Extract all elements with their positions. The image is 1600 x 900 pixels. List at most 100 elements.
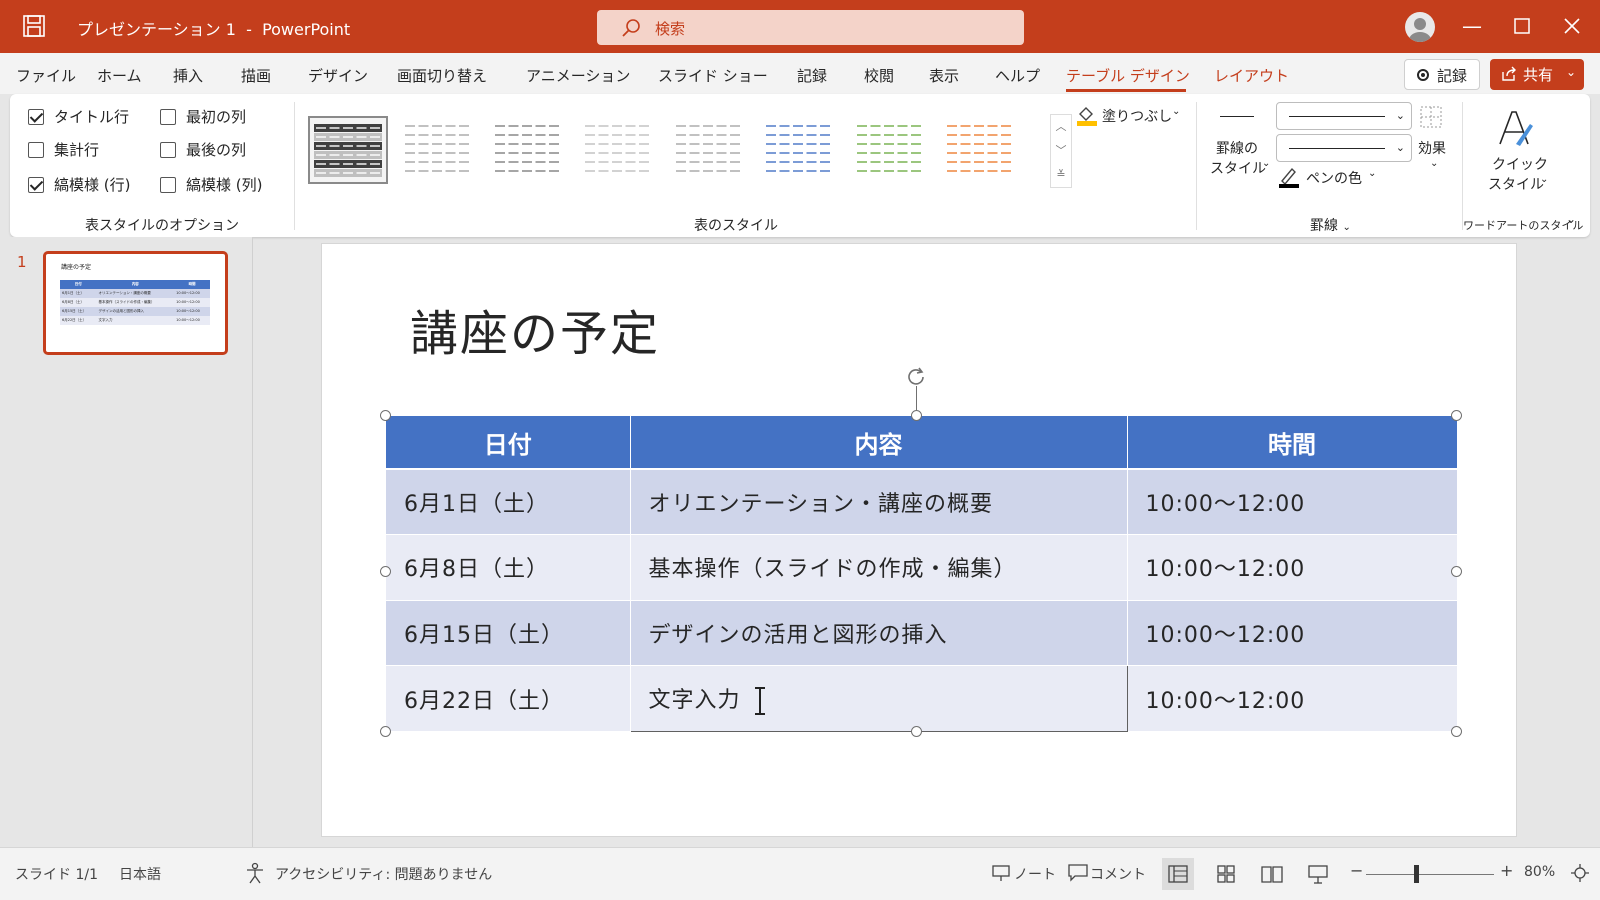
rotate-handle-icon[interactable] (906, 366, 926, 386)
slideshow-view-button[interactable] (1302, 858, 1334, 890)
table-cell[interactable]: 10:00～12:00 (1127, 600, 1458, 667)
document-title: プレゼンテーション 1 - PowerPoint (77, 20, 351, 39)
table-cell[interactable]: 6月15日（土） (386, 600, 631, 667)
tab-insert[interactable]: 挿入 (173, 65, 203, 86)
option-last-column[interactable]: 最後の列 (160, 139, 246, 160)
gallery-down-button[interactable]: ﹀ (1051, 139, 1071, 163)
minimize-button[interactable]: — (1460, 14, 1484, 38)
zoom-slider-track[interactable] (1366, 874, 1494, 875)
shading-button[interactable]: 塗りつぶし ⌄ (1076, 104, 1186, 128)
table-style-option[interactable] (579, 116, 659, 184)
option-banded-rows[interactable]: 縞模様 (行) (28, 174, 130, 195)
search-box[interactable]: 検索 (597, 10, 1024, 45)
header-cell[interactable]: 日付 (386, 416, 631, 470)
resize-handle[interactable] (1451, 566, 1462, 577)
tab-design[interactable]: デザイン (308, 65, 368, 86)
slide-title[interactable]: 講座の予定 (410, 294, 660, 364)
checkbox[interactable] (160, 176, 176, 193)
zoom-slider-thumb[interactable] (1414, 865, 1419, 883)
zoom-level[interactable]: 80% (1524, 864, 1555, 880)
slide-canvas[interactable]: 講座の予定 日付 内容 時間 6月1日（土） オリエンテーション・講座の概要 1… (322, 244, 1516, 836)
pen-color-button[interactable]: ペンの色 ⌄ (1278, 166, 1388, 192)
tab-transitions[interactable]: 画面切り替え (397, 65, 487, 86)
checkbox-checked[interactable] (28, 108, 44, 125)
slide-sorter-button[interactable] (1210, 858, 1242, 890)
record-button[interactable]: 記録 (1404, 59, 1480, 90)
resize-handle[interactable] (911, 410, 922, 421)
tab-animations[interactable]: アニメーション (526, 65, 630, 86)
accessibility-status[interactable]: アクセシビリティ: 問題ありません (275, 864, 492, 884)
zoom-out-button[interactable]: − (1350, 861, 1363, 880)
option-total-row[interactable]: 集計行 (28, 139, 99, 160)
table-cell[interactable]: 10:00～12:00 (1127, 469, 1458, 536)
maximize-button[interactable] (1510, 14, 1534, 38)
checkbox[interactable] (28, 141, 44, 158)
tab-file[interactable]: ファイル (16, 65, 76, 86)
header-cell[interactable]: 内容 (630, 416, 1128, 470)
option-first-column[interactable]: 最初の列 (160, 106, 246, 127)
option-header-row[interactable]: タイトル行 (28, 106, 129, 127)
table-style-option[interactable] (670, 116, 750, 184)
tab-record[interactable]: 記録 (797, 65, 827, 86)
table-style-option[interactable] (399, 116, 479, 184)
tab-table-layout[interactable]: レイアウト (1214, 65, 1289, 86)
resize-handle[interactable] (1451, 726, 1462, 737)
resize-handle[interactable] (1451, 410, 1462, 421)
option-banded-columns[interactable]: 縞模様 (列) (160, 174, 262, 195)
notes-button[interactable]: ノート (1014, 864, 1056, 884)
table-cell[interactable]: オリエンテーション・講座の概要 (630, 469, 1128, 536)
table-cell[interactable]: 6月1日（土） (386, 469, 631, 536)
tab-table-design[interactable]: テーブル デザイン (1066, 65, 1190, 86)
gallery-up-button[interactable]: ︿ (1051, 115, 1071, 139)
chevron-down-icon: ⌄ (1342, 222, 1351, 233)
resize-handle[interactable] (911, 726, 922, 737)
schedule-table[interactable]: 日付 内容 時間 6月1日（土） オリエンテーション・講座の概要 10:00～1… (386, 416, 1458, 732)
table-cell-editing[interactable]: 文字入力 (629, 665, 1128, 732)
thumbnail-table-cell: 10:00～12:00 (174, 307, 210, 316)
table-style-option[interactable] (308, 116, 388, 184)
table-cell[interactable]: 6月8日（土） (386, 534, 631, 601)
zoom-in-button[interactable]: + (1500, 861, 1513, 880)
collapse-ribbon-button[interactable]: ⌄ (1566, 212, 1576, 226)
save-icon[interactable] (22, 14, 46, 38)
thumbnail-table-cell: オリエンテーション・講座の概要 (96, 289, 175, 298)
border-style-button[interactable]: 罫線の スタイル ⌄ (1206, 104, 1272, 184)
slide-thumbnail[interactable]: 講座の予定 日付 内容 時間 6月1日（土） オリエンテーション・講座の概要 10:00～… (43, 251, 228, 355)
comments-button[interactable]: コメント (1090, 864, 1146, 884)
tab-home[interactable]: ホーム (97, 65, 142, 86)
table-style-option[interactable] (941, 116, 1021, 184)
table-cell[interactable]: 基本操作（スライドの作成・編集） (630, 534, 1128, 601)
language-indicator[interactable]: 日本語 (119, 864, 161, 884)
quick-styles-button[interactable]: クイック スタイル ⌄ (1474, 110, 1554, 194)
checkbox[interactable] (160, 141, 176, 158)
table-cell[interactable]: 10:00～12:00 (1127, 665, 1458, 732)
effects-button[interactable]: 効果 ⌄ (1416, 104, 1452, 174)
table-cell[interactable]: 10:00～12:00 (1127, 534, 1458, 601)
table-cell[interactable]: デザインの活用と図形の挿入 (630, 600, 1128, 667)
tab-draw[interactable]: 描画 (241, 65, 271, 86)
resize-handle[interactable] (380, 410, 391, 421)
normal-view-button[interactable] (1162, 858, 1194, 890)
checkbox-checked[interactable] (28, 176, 44, 193)
table-style-option[interactable] (760, 116, 840, 184)
resize-handle[interactable] (380, 566, 391, 577)
table-style-option[interactable] (489, 116, 569, 184)
share-button[interactable]: 共有 ⌄ (1490, 59, 1584, 90)
tab-review[interactable]: 校閲 (864, 65, 894, 86)
table-cell[interactable]: 6月22日（土） (386, 665, 631, 732)
tab-slideshow[interactable]: スライド ショー (658, 65, 768, 86)
close-button[interactable] (1560, 14, 1584, 38)
table-style-option[interactable] (851, 116, 931, 184)
gallery-more-button[interactable]: ≚ (1051, 163, 1071, 187)
account-avatar[interactable] (1405, 12, 1435, 42)
pen-style-dropdown[interactable]: ⌄ (1276, 102, 1412, 130)
fit-to-window-icon[interactable] (1570, 863, 1590, 883)
checkbox[interactable] (160, 108, 176, 125)
reading-view-button[interactable] (1256, 858, 1288, 890)
header-cell[interactable]: 時間 (1127, 416, 1458, 470)
tab-view[interactable]: 表示 (929, 65, 959, 86)
resize-handle[interactable] (380, 726, 391, 737)
table-style-preview-icon (314, 124, 382, 177)
pen-weight-dropdown[interactable]: ⌄ (1276, 134, 1412, 162)
tab-help[interactable]: ヘルプ (995, 65, 1040, 86)
